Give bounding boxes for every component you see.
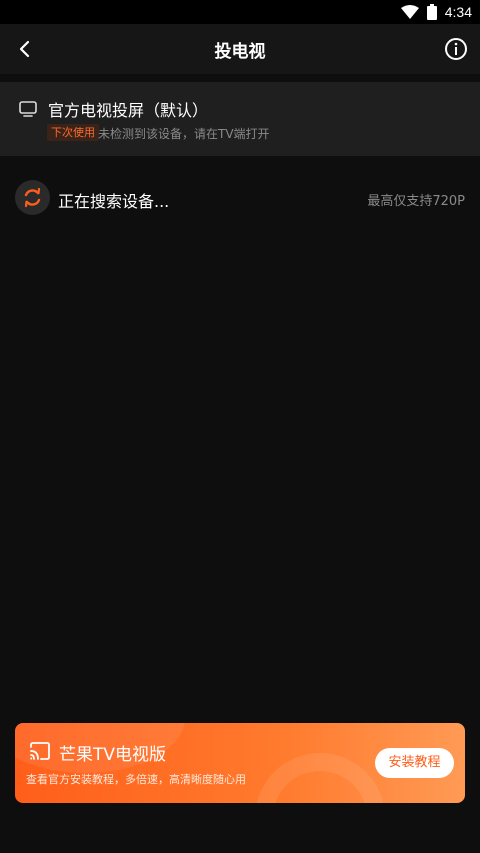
official-cast-subtitle: 未检测到该设备，请在TV端打开 [98,127,270,141]
promo-decoration [255,753,385,803]
tv-icon [19,101,37,117]
official-cast-title: 官方电视投屏（默认） [48,101,209,120]
next-use-badge: 下次使用 [47,124,99,141]
promo-title: 芒果TV电视版 [59,745,167,765]
device-search-row: 正在搜索设备... 最高仅支持720P [0,176,480,220]
info-icon[interactable] [444,37,468,61]
wifi-icon [400,5,419,19]
battery-icon [426,4,437,20]
search-status-text: 正在搜索设备... [58,192,170,211]
cast-icon [30,742,50,760]
resolution-hint: 最高仅支持720P [367,194,465,209]
page-title: 投电视 [214,42,266,62]
refresh-icon [24,187,41,208]
install-tutorial-button[interactable]: 安装教程 [375,748,454,778]
official-cast-option[interactable]: 官方电视投屏（默认） 下次使用 未检测到该设备，请在TV端打开 [0,82,480,156]
search-spinner [15,180,50,215]
header: 投电视 [0,24,480,74]
status-icons: 4:34 [400,3,472,21]
status-time: 4:34 [444,4,472,20]
status-bar: 4:34 [0,0,480,24]
tv-app-promo-banner[interactable]: 芒果TV电视版 查看官方安装教程，多倍速，高清晰度随心用 安装教程 [15,723,465,803]
promo-subtitle: 查看官方安装教程，多倍速，高清晰度随心用 [26,773,246,786]
